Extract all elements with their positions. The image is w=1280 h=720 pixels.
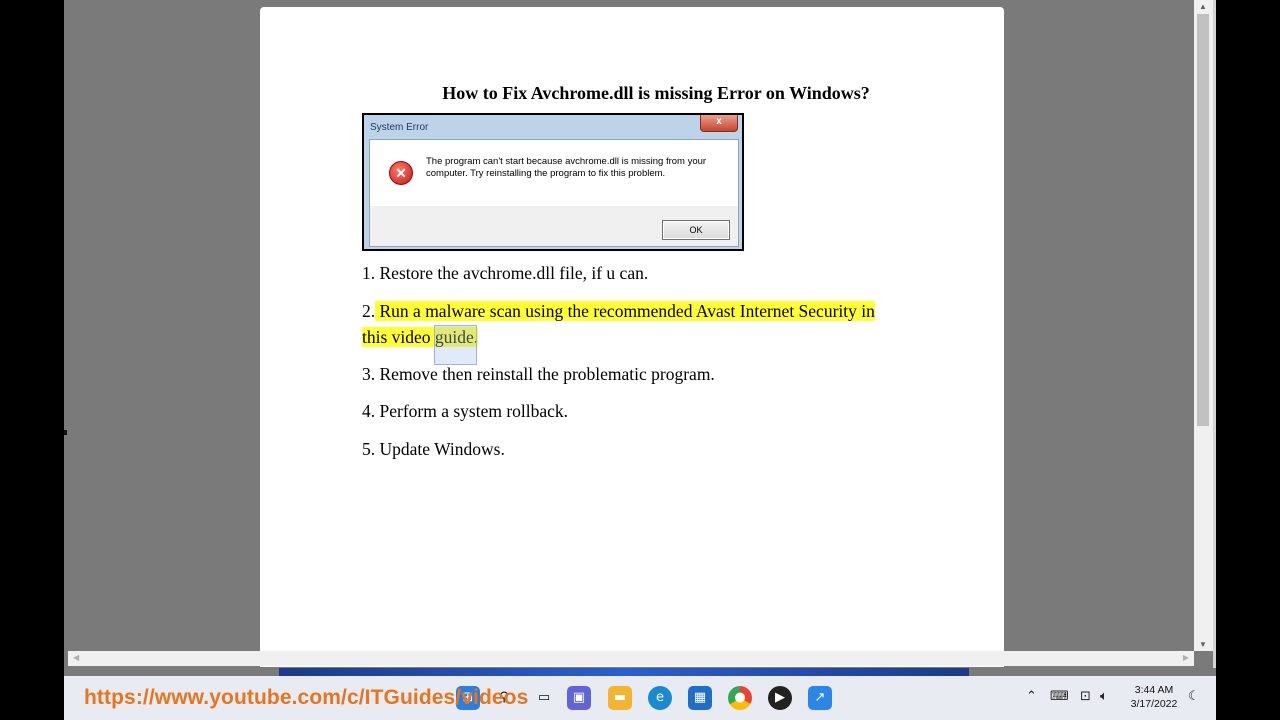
clock-time: 3:44 AM: [1134, 684, 1174, 696]
desktop-screen: How to Fix Avchrome.dll is missing Error…: [64, 0, 1216, 720]
clock[interactable]: 3:44 AM 3/17/2022: [1124, 683, 1184, 711]
list-item[interactable]: 3. Remove then reinstall the problematic…: [362, 364, 715, 385]
ok-button: OK: [662, 220, 730, 240]
app-icon[interactable]: ↗: [808, 686, 832, 710]
step-text-highlighted: this video: [362, 327, 435, 347]
step-number: 1.: [362, 263, 376, 283]
list-item[interactable]: 5. Update Windows.: [362, 439, 505, 460]
close-icon: x: [700, 115, 738, 132]
taskbar-edge: [279, 668, 969, 676]
step-text: Update Windows.: [379, 439, 505, 459]
volume-icon[interactable]: 🔈︎: [1100, 689, 1108, 704]
step-number: 2.: [362, 301, 376, 321]
error-icon: ✕: [389, 161, 413, 185]
step-number: 4.: [362, 401, 376, 421]
step-text-highlighted: Run a malware scan using the recommended…: [379, 301, 875, 321]
chrome-icon[interactable]: ●: [728, 686, 752, 710]
edge-icon[interactable]: e: [648, 686, 672, 710]
taskbar: ⊞ ⚲ ▭ ▣ ▬ e ▦ ● ▶ ↗ https://www.youtube.…: [64, 676, 1216, 720]
keyboard-icon[interactable]: ⌨: [1050, 689, 1069, 704]
list-item[interactable]: this video guide.: [362, 327, 479, 348]
selected-word[interactable]: guide: [435, 327, 474, 347]
step-number: 5.: [362, 439, 376, 459]
scroll-left-icon[interactable]: ◀: [73, 653, 79, 662]
notification-icon[interactable]: ☾: [1188, 689, 1200, 704]
dialog-title: System Error: [370, 122, 429, 133]
list-item[interactable]: 1. Restore the avchrome.dll file, if u c…: [362, 263, 648, 284]
clock-date: 3/17/2022: [1130, 698, 1178, 710]
system-error-dialog-image: System Error x ✕ The program can't start…: [362, 113, 744, 318]
file-explorer-icon[interactable]: ▬: [608, 686, 632, 710]
dialog-message: The program can't start because avchrome…: [426, 156, 707, 179]
horizontal-scrollbar[interactable]: ◀ ▶: [68, 651, 1194, 666]
chevron-up-icon[interactable]: ⌃: [1026, 689, 1037, 704]
step-text: Remove then reinstall the problematic pr…: [379, 364, 715, 384]
network-icon[interactable]: ⊡: [1080, 689, 1091, 704]
list-item[interactable]: 2. Run a malware scan using the recommen…: [362, 301, 875, 322]
document-page[interactable]: How to Fix Avchrome.dll is missing Error…: [260, 7, 1004, 667]
channel-url-overlay: https://www.youtube.com/c/ITGuides/video…: [84, 686, 529, 709]
vertical-scrollbar[interactable]: ▲ ▼: [1194, 0, 1213, 651]
scroll-down-icon[interactable]: ▼: [1199, 640, 1207, 649]
dialog-body: ✕ The program can't start because avchro…: [369, 139, 739, 318]
media-player-icon[interactable]: ▶: [768, 686, 792, 710]
scroll-up-icon[interactable]: ▲: [1199, 2, 1207, 11]
scroll-right-icon[interactable]: ▶: [1183, 653, 1189, 662]
dialog-footer: OK I: [370, 206, 738, 318]
scroll-thumb[interactable]: [1197, 14, 1209, 426]
list-item[interactable]: 4. Perform a system rollback.: [362, 401, 568, 422]
step-text: Perform a system rollback.: [379, 401, 569, 421]
chat-icon[interactable]: ▣: [567, 686, 591, 710]
store-icon[interactable]: ▦: [688, 686, 712, 710]
step-number: 3.: [362, 364, 376, 384]
widgets-icon[interactable]: ▭: [532, 686, 556, 710]
step-text: Restore the avchrome.dll file, if u can.: [379, 263, 649, 283]
desktop-mark: [64, 430, 67, 435]
window-frame: [1213, 0, 1216, 668]
page-title: How to Fix Avchrome.dll is missing Error…: [442, 83, 870, 103]
